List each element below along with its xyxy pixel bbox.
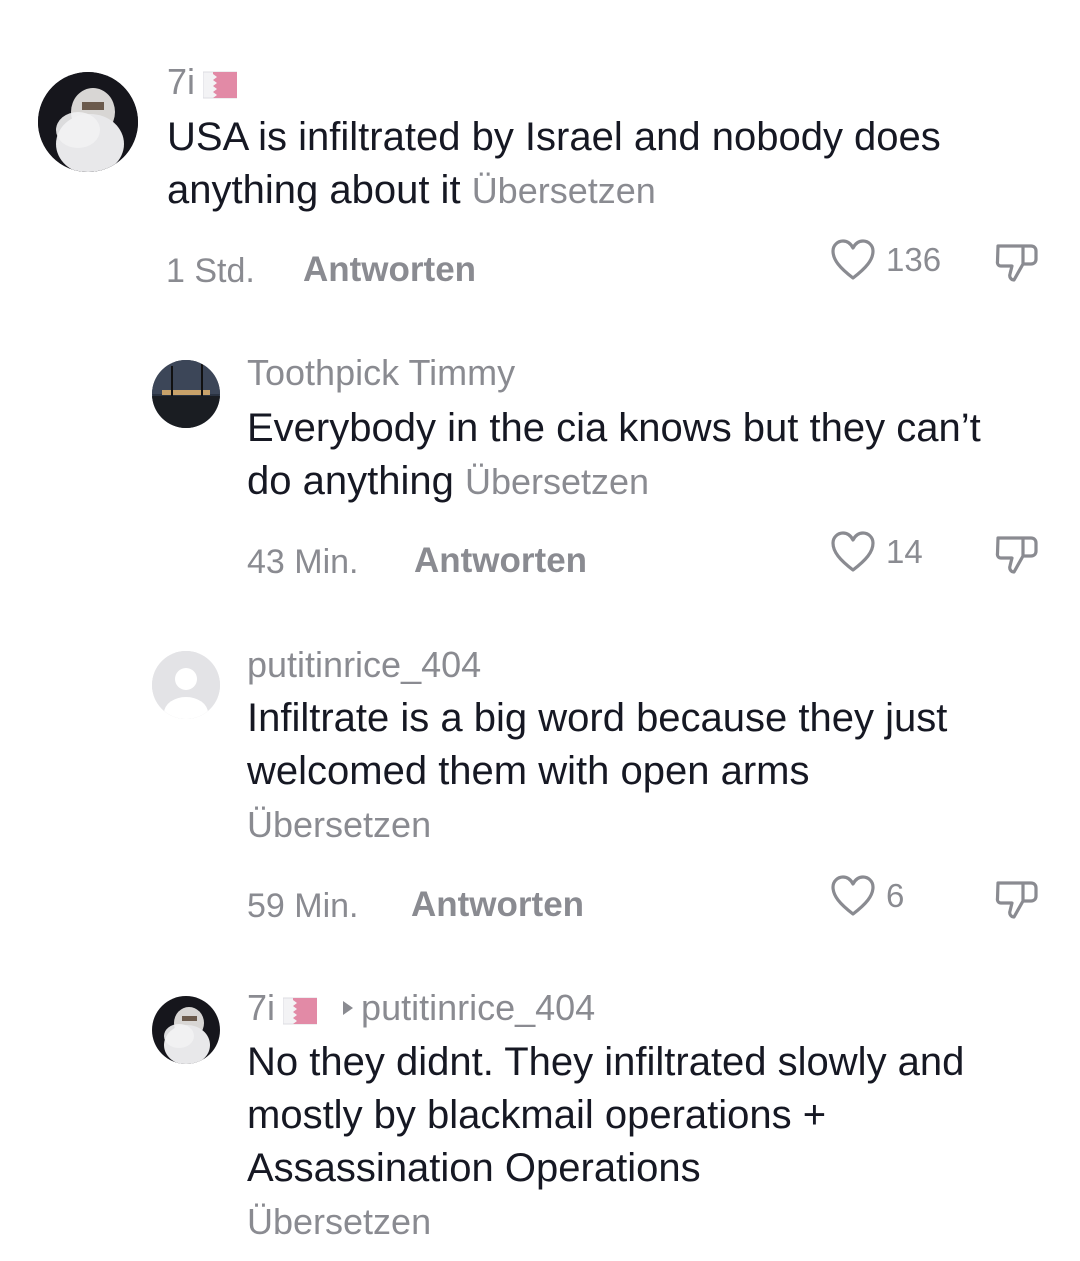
like-button[interactable]: 136 bbox=[830, 238, 941, 282]
bahrain-flag-icon bbox=[282, 993, 318, 1025]
reply-button[interactable]: Antworten bbox=[303, 250, 476, 290]
reply-button[interactable]: Antworten bbox=[414, 541, 587, 581]
reply-button[interactable]: Antworten bbox=[411, 885, 584, 925]
avatar[interactable] bbox=[38, 72, 138, 172]
thumbs-down-icon bbox=[995, 881, 1038, 919]
translate-link[interactable]: Übersetzen bbox=[472, 170, 656, 211]
like-count: 136 bbox=[886, 241, 942, 278]
heart-icon bbox=[831, 875, 875, 916]
comment-username[interactable]: putitinrice_404 bbox=[247, 645, 481, 685]
bahrain-flag-icon bbox=[202, 67, 238, 99]
heart-icon bbox=[831, 239, 875, 280]
comment-username[interactable]: 7i bbox=[167, 61, 238, 102]
comment-username-row: 7i putitinrice_404 bbox=[247, 988, 595, 1028]
comment-username[interactable]: Toothpick Timmy bbox=[247, 353, 515, 393]
username[interactable]: 7i bbox=[247, 987, 275, 1028]
dislike-button[interactable] bbox=[993, 875, 1041, 928]
avatar[interactable] bbox=[152, 651, 220, 719]
reply-arrow-icon bbox=[341, 985, 355, 1025]
like-button[interactable]: 6 bbox=[830, 874, 904, 918]
like-count: 6 bbox=[886, 877, 905, 914]
username[interactable]: 7i bbox=[167, 61, 195, 102]
comment-time: 1 Std. bbox=[166, 252, 255, 290]
comment-text: Infiltrate is a big word because they ju… bbox=[247, 692, 1037, 851]
comment-text: Everybody in the cia knows but they can’… bbox=[247, 402, 1027, 508]
translate-link[interactable]: Übersetzen bbox=[247, 1201, 431, 1242]
like-button[interactable]: 14 bbox=[830, 530, 923, 574]
dislike-button[interactable] bbox=[993, 530, 1041, 583]
translate-link[interactable]: Übersetzen bbox=[247, 804, 431, 845]
comment-body: No they didnt. They infiltrated slowly a… bbox=[247, 1040, 965, 1190]
translate-link[interactable]: Übersetzen bbox=[465, 461, 649, 502]
like-count: 14 bbox=[886, 533, 923, 570]
thumbs-down-icon bbox=[995, 536, 1038, 574]
comment-time: 43 Min. bbox=[247, 543, 359, 581]
thumbs-down-icon bbox=[995, 244, 1038, 282]
comment-text: No they didnt. They infiltrated slowly a… bbox=[247, 1036, 1062, 1248]
comment-body: Infiltrate is a big word because they ju… bbox=[247, 696, 948, 793]
comment-time: 59 Min. bbox=[247, 887, 359, 925]
avatar[interactable] bbox=[152, 996, 220, 1064]
comment-text: USA is infiltrated by Israel and nobody … bbox=[167, 111, 1047, 217]
heart-icon bbox=[831, 531, 875, 572]
reply-to-username[interactable]: putitinrice_404 bbox=[361, 987, 595, 1028]
dislike-button[interactable] bbox=[993, 238, 1041, 291]
avatar[interactable] bbox=[152, 360, 220, 428]
